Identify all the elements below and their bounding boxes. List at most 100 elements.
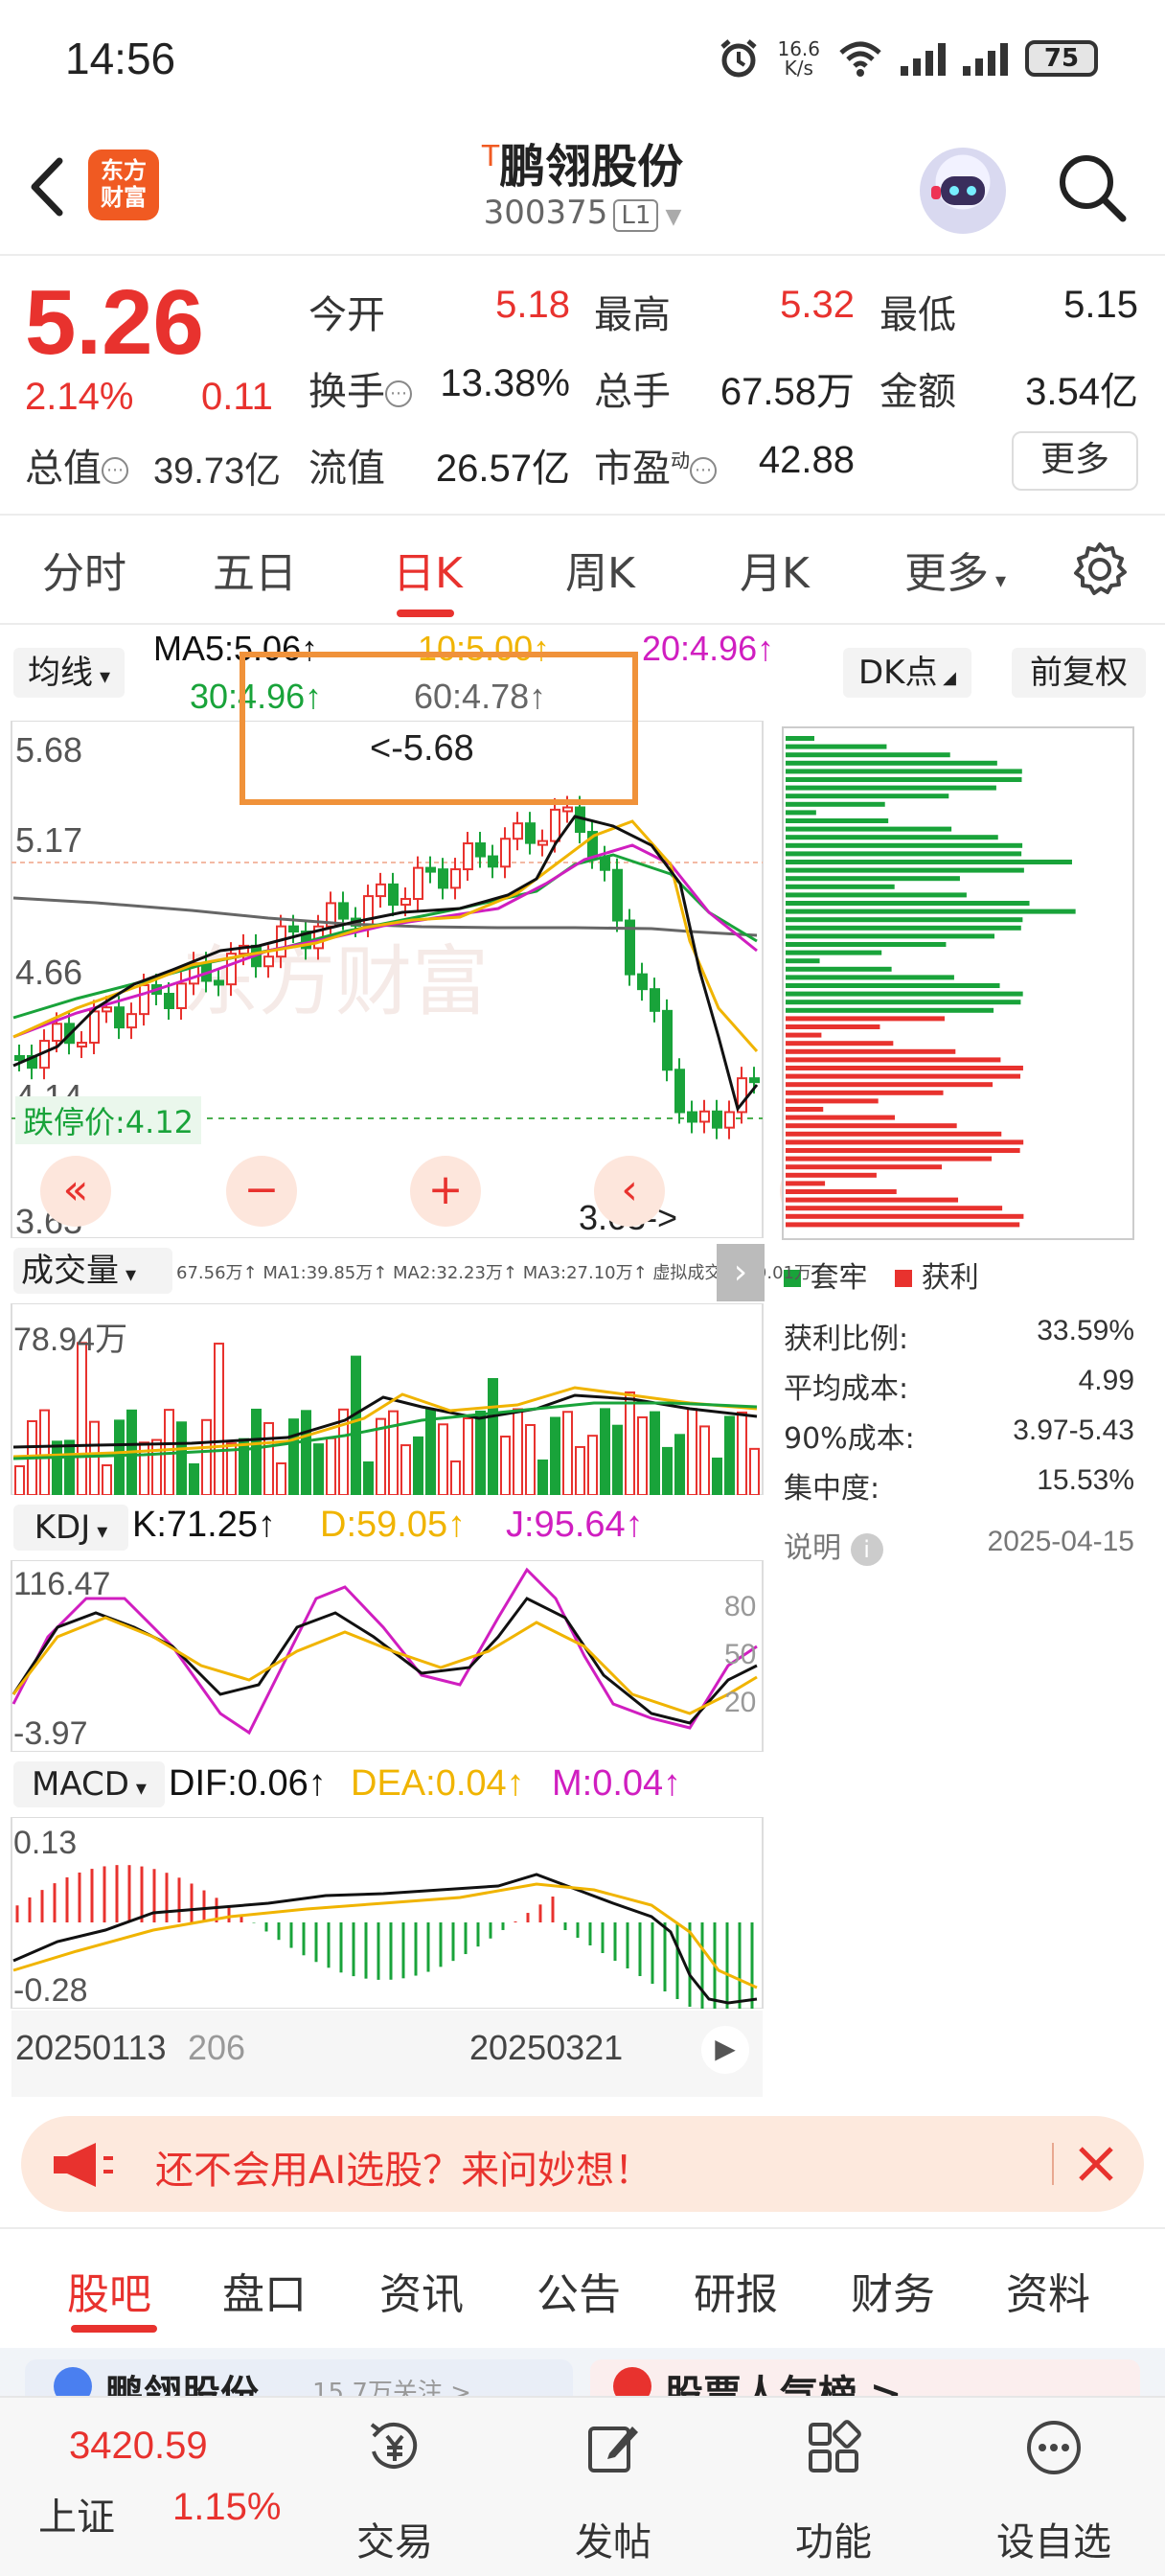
chip-distribution-chart[interactable] — [782, 726, 1134, 1240]
volume-bar — [749, 1447, 760, 1495]
expand-panel-button[interactable]: › — [717, 1244, 765, 1301]
tab-five-day[interactable]: 五日 — [213, 539, 297, 600]
nav-add-watchlist[interactable]: 设自选 — [958, 2398, 1150, 2576]
macd-chart[interactable] — [0, 1817, 766, 2009]
chip-bar — [786, 826, 952, 832]
chip-bar — [786, 835, 998, 840]
chip-bar — [786, 744, 887, 749]
tab-weekly-k[interactable]: 周K — [565, 539, 635, 600]
chip-bar — [786, 925, 1021, 931]
zoom-out-button[interactable]: − — [226, 1156, 297, 1227]
volume-bar — [114, 1419, 125, 1495]
nav-post[interactable]: 发帖 — [517, 2398, 709, 2576]
chip-bar — [786, 752, 950, 758]
kdj-min: -3.97 — [13, 1715, 88, 1752]
tab-more[interactable]: 更多 ▾ — [904, 539, 1006, 600]
more-quote-button[interactable]: 更多 — [1012, 431, 1138, 491]
chip-bar — [786, 777, 1022, 782]
volume-bar — [39, 1409, 50, 1495]
chip-bar — [786, 1000, 1021, 1005]
nav-trade[interactable]: 交易 — [299, 2398, 491, 2576]
volume-bar — [562, 1411, 573, 1495]
index-name[interactable]: 上证 — [38, 2486, 115, 2542]
volume-bar — [612, 1424, 623, 1495]
open-value: 5.18 — [495, 284, 570, 326]
tab-research[interactable]: 研报 — [694, 2260, 778, 2321]
edit-icon — [588, 2426, 638, 2472]
adjust-button[interactable]: 前复权 — [1012, 648, 1146, 698]
megaphone-icon — [54, 2143, 113, 2187]
tab-monthly-k[interactable]: 月K — [740, 539, 810, 600]
macd-selector[interactable]: MACD — [13, 1761, 165, 1807]
zoom-in-button[interactable]: + — [410, 1156, 481, 1227]
ai-banner[interactable]: 还不会用AI选股？来问妙想！ — [21, 2116, 1144, 2212]
chip-bar — [786, 1073, 1021, 1079]
tab-announcements[interactable]: 公告 — [537, 2260, 621, 2321]
total-market-value: 39.73亿 — [153, 451, 282, 492]
cost90-label: 90%成本: — [784, 1422, 915, 1456]
info-icon[interactable]: ⋯ — [102, 457, 128, 484]
y-label-max: 5.68 — [15, 730, 83, 770]
chip-bar — [786, 769, 1022, 774]
volume-bar — [77, 1342, 87, 1495]
stock-tag: T — [481, 140, 500, 173]
dk-point-button[interactable]: DK点 ◢ — [843, 648, 971, 698]
chip-bar — [786, 901, 1030, 906]
pe-label: 市盈动 ⋯ — [594, 437, 717, 493]
volume-bar — [550, 1416, 560, 1495]
x-label-mid: 20250321 — [469, 2028, 624, 2067]
tab-news[interactable]: 资讯 — [379, 2260, 464, 2321]
kdj-selector[interactable]: KDJ — [13, 1505, 128, 1551]
chip-bar — [786, 1164, 943, 1170]
chip-bar — [786, 950, 882, 955]
volume-bar — [425, 1408, 436, 1495]
nav-functions[interactable]: 功能 — [738, 2398, 929, 2576]
chip-bar — [786, 1115, 896, 1120]
play-icon[interactable]: ▶ — [701, 2026, 749, 2074]
ai-assistant-avatar[interactable] — [920, 148, 1006, 234]
low-value: 5.15 — [1063, 284, 1138, 326]
tab-intraday[interactable]: 分时 — [42, 539, 126, 600]
close-icon[interactable] — [1075, 2143, 1117, 2185]
kdj-chart[interactable] — [0, 1560, 766, 1752]
chip-bar — [786, 801, 885, 807]
ma-selector[interactable]: 均线 — [13, 648, 125, 698]
note-link[interactable]: 说明 i — [784, 1524, 883, 1566]
chip-bar — [786, 1189, 897, 1194]
info-icon[interactable]: ⋯ — [385, 380, 412, 407]
content-tabs: 股吧 盘口 资讯 公告 研报 财务 资料 — [0, 2233, 1165, 2338]
volume-bar — [14, 1465, 25, 1495]
chip-date: 2025-04-15 — [987, 1526, 1134, 1557]
scroll-left-button[interactable]: ‹ — [594, 1156, 665, 1227]
signal-icon — [963, 41, 1008, 76]
chip-bar — [786, 908, 1076, 914]
profit-ratio: 33.59% — [1037, 1315, 1134, 1346]
tab-forum[interactable]: 股吧 — [67, 2260, 151, 2321]
ai-banner-text: 还不会用AI选股？来问妙想！ — [155, 2149, 653, 2193]
volume-bar — [276, 1461, 286, 1495]
tab-financials[interactable]: 财务 — [851, 2260, 935, 2321]
search-icon[interactable] — [1054, 150, 1131, 226]
tab-order-book[interactable]: 盘口 — [222, 2260, 307, 2321]
chip-bar — [786, 966, 892, 972]
info-icon[interactable]: ⋯ — [690, 457, 717, 484]
chip-legend: 套牢 获利 — [784, 1254, 979, 1296]
total-market-value-label: 总值 ⋯ — [25, 437, 128, 493]
volume-bar — [326, 1437, 336, 1495]
chip-bar — [786, 860, 1072, 864]
index-change[interactable]: 1.15% — [172, 2486, 281, 2529]
tab-daily-k[interactable]: 日K — [393, 539, 463, 600]
yen-exchange-icon — [370, 2423, 418, 2469]
volume-bar — [400, 1444, 411, 1495]
volume-bar — [351, 1355, 361, 1495]
tab-profile[interactable]: 资料 — [1006, 2260, 1090, 2321]
volume-selector[interactable]: 成交量 — [13, 1248, 172, 1294]
stock-code: 300375 — [483, 194, 608, 232]
scroll-left-fast-button[interactable]: « — [40, 1156, 111, 1227]
gear-icon[interactable] — [1071, 540, 1129, 598]
battery-indicator: 75 — [1025, 40, 1098, 77]
index-value[interactable]: 3420.59 — [69, 2425, 208, 2468]
volume-bar — [475, 1410, 486, 1495]
volume-bar — [239, 1438, 249, 1495]
amount-value: 3.54亿 — [1025, 371, 1138, 413]
